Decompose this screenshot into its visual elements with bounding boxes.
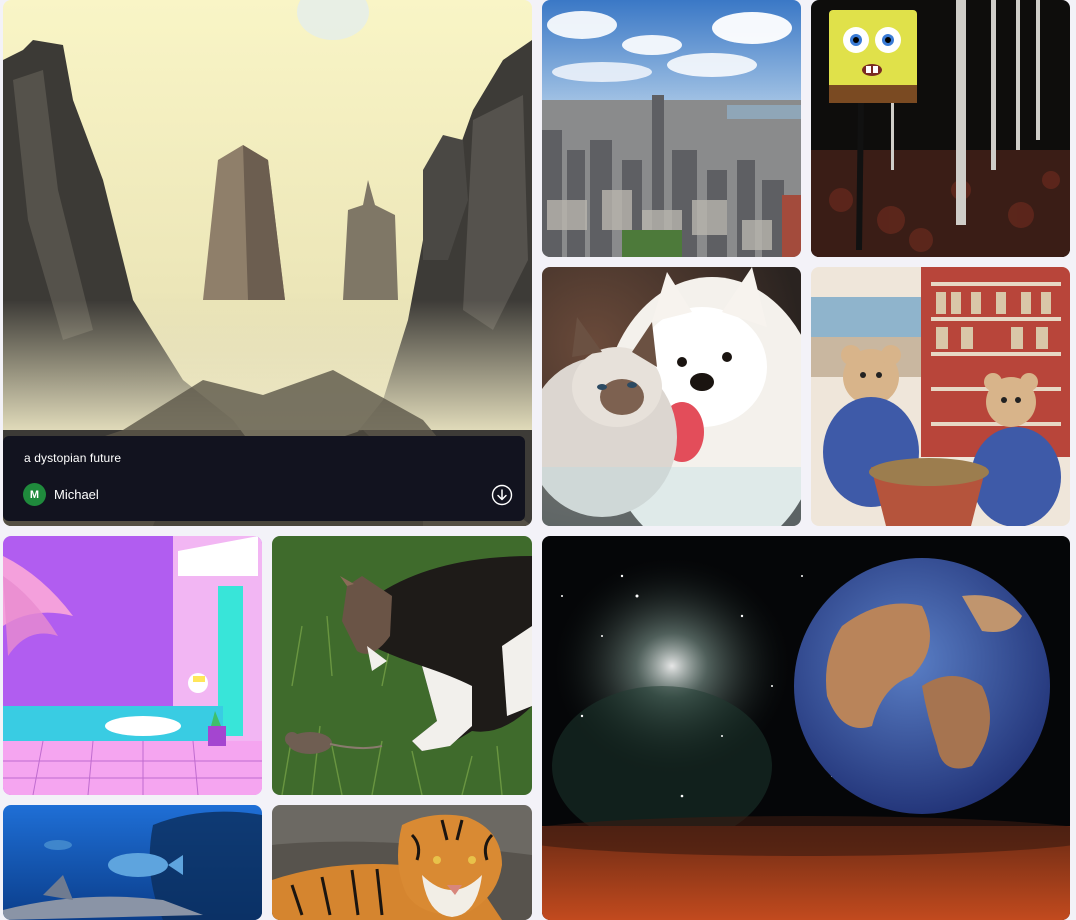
gallery-image-tiger[interactable] [272, 805, 532, 920]
teddy-bears-painting [811, 267, 1070, 526]
avatar: M [23, 483, 46, 506]
gallery-image-cat-and-mouse[interactable] [272, 536, 532, 795]
gallery-image-aquarium-shark[interactable] [3, 805, 262, 920]
prompt-text: a dystopian future [24, 451, 122, 465]
gallery-image-new-york-skyline[interactable] [542, 0, 801, 257]
image-caption-overlay: a dystopian future M Michael [3, 436, 525, 521]
download-icon[interactable] [491, 484, 513, 506]
user-info[interactable]: M Michael [23, 483, 99, 506]
username: Michael [54, 487, 99, 502]
gallery-image-earth-from-space[interactable] [542, 536, 1070, 920]
gallery-image-spongebob-forest[interactable] [811, 0, 1070, 257]
gallery-image-cat-and-samoyed[interactable] [542, 267, 801, 526]
gallery-image-vaporwave-astronaut[interactable] [3, 536, 262, 795]
cat-mouse-photo [272, 536, 532, 795]
city-skyline-photo [542, 0, 801, 257]
vaporwave-illustration [3, 536, 262, 795]
tiger-photo [272, 805, 532, 920]
gallery-image-teddy-bears-shop[interactable] [811, 267, 1070, 526]
spongebob-forest-artwork [811, 0, 1070, 257]
aquarium-photo [3, 805, 262, 920]
cat-dog-photo [542, 267, 801, 526]
space-earth-artwork [542, 536, 1070, 920]
